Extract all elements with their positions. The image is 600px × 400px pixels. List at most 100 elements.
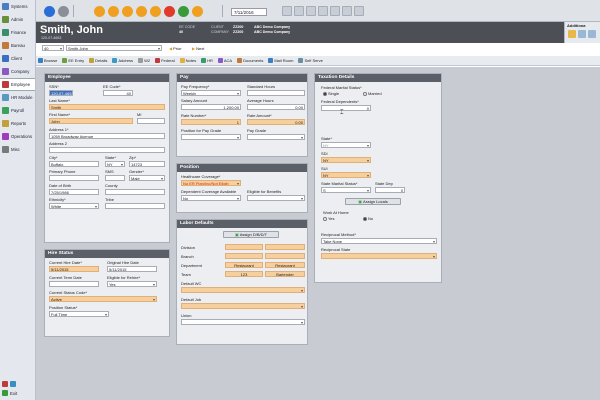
save-icon[interactable] xyxy=(108,6,119,17)
settings-icon[interactable] xyxy=(588,30,596,38)
sidebar-item-admin[interactable]: Admin xyxy=(0,13,35,26)
copy-icon[interactable] xyxy=(122,6,133,17)
assign-dbdt-button[interactable]: ▣ Assign D/B/D/T xyxy=(223,231,279,238)
tab-address[interactable]: Address xyxy=(112,58,133,63)
tab-notes[interactable]: Notes xyxy=(179,58,196,63)
home-icon[interactable] xyxy=(44,6,55,17)
last-name-field[interactable]: Smith xyxy=(49,104,165,110)
export-icon[interactable] xyxy=(330,6,340,16)
tab-self-serve[interactable]: Self Serve xyxy=(298,58,323,63)
user-icon[interactable] xyxy=(578,30,586,38)
filter-icon[interactable] xyxy=(318,6,328,16)
work-home-no-radio[interactable]: No xyxy=(363,216,373,221)
term-date-field[interactable] xyxy=(49,281,99,287)
default-wc-select[interactable] xyxy=(181,287,305,293)
gender-select[interactable]: Male xyxy=(129,175,165,181)
sdi-select[interactable]: NY xyxy=(321,157,371,163)
address2-field[interactable] xyxy=(49,147,165,153)
rate-amount-field[interactable]: 0.00 xyxy=(247,119,305,125)
tab-federal[interactable]: Federal xyxy=(155,58,175,63)
healthcare-select[interactable]: No ER Plan/Inc/Not Eligib xyxy=(181,180,241,186)
list-icon[interactable] xyxy=(306,6,316,16)
state-marital-select[interactable]: S xyxy=(321,187,371,193)
branch-name-field[interactable] xyxy=(265,253,305,259)
tab-aca[interactable]: ACA xyxy=(217,58,232,63)
reciprocal-state-select[interactable] xyxy=(321,253,437,259)
tab-browse[interactable]: Browse xyxy=(38,58,57,63)
salary-field[interactable]: 1,200.00 xyxy=(181,104,241,110)
window-icon[interactable] xyxy=(354,6,364,16)
address1-field[interactable]: 1059 Broadway Avenue xyxy=(49,133,165,139)
sidebar-item-bureau[interactable]: Bureau xyxy=(0,39,35,52)
division-name-field[interactable] xyxy=(265,244,305,250)
tab-details[interactable]: Details xyxy=(89,58,107,63)
current-hire-field[interactable]: 5/11/2015 xyxy=(49,266,99,272)
state-select[interactable]: NY xyxy=(105,161,125,167)
sidebar-item-client[interactable]: Client xyxy=(0,52,35,65)
original-hire-field[interactable]: 5/11/2015 xyxy=(107,266,157,272)
zip-field[interactable]: 14723 xyxy=(129,161,165,167)
print-icon[interactable] xyxy=(178,6,189,17)
tab-documents[interactable]: Documents xyxy=(237,58,263,63)
first-name-field[interactable]: John xyxy=(49,118,133,124)
married-radio[interactable]: Married xyxy=(363,91,382,96)
work-home-yes-radio[interactable]: Yes xyxy=(323,216,335,221)
tab-mail-room[interactable]: Mail Room xyxy=(268,58,293,63)
county-field[interactable] xyxy=(105,189,165,195)
exit-button[interactable]: Exit xyxy=(2,390,17,396)
prior-button[interactable]: ◀ Prior xyxy=(169,45,182,52)
tribe-field[interactable] xyxy=(105,203,165,209)
delete-icon[interactable] xyxy=(164,6,175,17)
department-code-field[interactable]: Restaurant xyxy=(225,262,263,268)
position-status-select[interactable]: Full Time xyxy=(49,311,109,317)
sidebar-item-payroll[interactable]: Payroll xyxy=(0,104,35,117)
default-job-select[interactable] xyxy=(181,303,305,309)
notes-icon[interactable] xyxy=(568,30,576,38)
reciprocal-method-select[interactable]: Take None xyxy=(321,238,437,244)
sidebar-item-company[interactable]: Company xyxy=(0,65,35,78)
standard-hours-field[interactable] xyxy=(247,90,305,96)
average-hours-field[interactable]: 0.00 xyxy=(247,104,305,110)
calendar-icon[interactable] xyxy=(282,6,292,16)
ssn-field[interactable]: 120-07-4653 xyxy=(49,90,73,96)
pay-grade-select[interactable] xyxy=(247,134,305,140)
phone-field[interactable] xyxy=(49,175,99,181)
department-name-field[interactable]: Restaurant xyxy=(265,262,305,268)
back-icon[interactable] xyxy=(58,6,69,17)
grid-icon[interactable] xyxy=(294,6,304,16)
date-field[interactable]: 7/11/2016 xyxy=(231,8,267,16)
help-icon[interactable] xyxy=(192,6,203,17)
position-pay-grade-select[interactable] xyxy=(181,134,241,140)
team-name-field[interactable]: Bartender xyxy=(265,271,305,277)
sms-field[interactable] xyxy=(105,175,125,181)
lock-icon[interactable] xyxy=(2,381,8,387)
sidebar-item-finance[interactable]: Finance xyxy=(0,26,35,39)
branch-code-field[interactable] xyxy=(225,253,263,259)
sidebar-item-hr-module[interactable]: HR Module xyxy=(0,91,35,104)
next-button[interactable]: ▶ Next xyxy=(192,45,204,52)
assign-locals-button[interactable]: ▣ Assign Locals xyxy=(345,198,401,205)
benefits-select[interactable] xyxy=(247,195,305,201)
division-code-field[interactable] xyxy=(225,244,263,250)
user-icon[interactable] xyxy=(10,381,16,387)
pay-frequency-select[interactable]: Weekly xyxy=(181,90,241,96)
ee-code-field[interactable]: 40 xyxy=(103,90,133,96)
sidebar-item-misc[interactable]: Misc xyxy=(0,143,35,156)
search-icon[interactable] xyxy=(136,6,147,17)
tab-hr[interactable]: HR xyxy=(201,58,213,63)
settings-icon[interactable] xyxy=(342,6,352,16)
rate-number-field[interactable]: 1 xyxy=(181,119,241,125)
state-dep-field[interactable]: 0 xyxy=(375,187,405,193)
tab-ee-entry[interactable]: EE Entry xyxy=(62,58,84,63)
tax-state-select[interactable]: NY xyxy=(321,142,371,148)
sidebar-item-employee[interactable]: Employee xyxy=(0,78,35,91)
tab-w2[interactable]: W2 xyxy=(138,58,150,63)
refresh-icon[interactable] xyxy=(150,6,161,17)
mi-field[interactable] xyxy=(137,118,165,124)
sidebar-item-systems[interactable]: Systems xyxy=(0,0,35,13)
dependent-coverage-select[interactable]: No xyxy=(181,195,241,201)
ethnicity-select[interactable]: White xyxy=(49,203,99,209)
new-icon[interactable] xyxy=(94,6,105,17)
status-code-select[interactable]: Active xyxy=(49,296,157,302)
dob-field[interactable]: 7/25/1986 xyxy=(49,189,99,195)
